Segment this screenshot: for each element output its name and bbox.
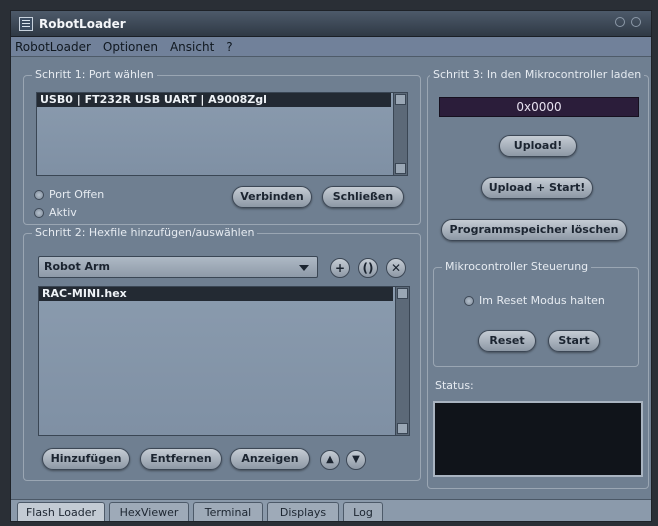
show-button[interactable]: Anzeigen: [230, 448, 310, 470]
port-list-scrollbar[interactable]: [393, 93, 407, 175]
scroll-up-icon[interactable]: [395, 94, 406, 105]
move-down-icon[interactable]: ▼: [346, 450, 366, 470]
title-bar: RobotLoader: [11, 11, 651, 37]
remove-icon[interactable]: ✕: [386, 258, 406, 278]
close-icon[interactable]: [631, 17, 641, 27]
scroll-up-icon[interactable]: [397, 288, 408, 299]
step1-title: Schritt 1: Port wählen: [32, 68, 157, 81]
upload-start-button[interactable]: Upload + Start!: [481, 177, 593, 199]
step2-panel: Schritt 2: Hexfile hinzufügen/auswählen …: [23, 226, 421, 481]
menu-bar: RobotLoader Optionen Ansicht ?: [11, 37, 651, 57]
menu-robotloader[interactable]: RobotLoader: [15, 40, 91, 54]
hexfile-list-scrollbar[interactable]: [395, 287, 409, 435]
active-radio[interactable]: Aktiv: [34, 206, 77, 219]
scroll-down-icon[interactable]: [395, 163, 406, 174]
scroll-down-icon[interactable]: [397, 423, 408, 434]
minimize-icon[interactable]: [615, 17, 625, 27]
window-controls: [615, 17, 641, 27]
radio-icon: [464, 295, 474, 306]
window-title: RobotLoader: [39, 16, 126, 31]
disconnect-button[interactable]: Schließen: [322, 186, 404, 208]
hexfile-dropdown[interactable]: Robot Arm: [38, 256, 318, 278]
status-display: [433, 401, 643, 477]
step2-title: Schritt 2: Hexfile hinzufügen/auswählen: [32, 226, 258, 239]
menu-help[interactable]: ?: [226, 40, 232, 54]
erase-memory-button[interactable]: Programmspeicher löschen: [441, 219, 627, 241]
app-icon: [19, 16, 33, 31]
port-list-item[interactable]: USB0 | FT232R USB UART | A9008Zgl: [37, 93, 391, 107]
radio-icon: [34, 207, 44, 218]
tab-displays[interactable]: Displays: [267, 502, 339, 521]
dropdown-value: Robot Arm: [44, 260, 110, 273]
reset-mode-label: Im Reset Modus halten: [479, 294, 605, 307]
port-open-label: Port Offen: [49, 188, 105, 201]
robotloader-window: RobotLoader RobotLoader Optionen Ansicht…: [10, 10, 652, 522]
upload-button[interactable]: Upload!: [499, 135, 577, 157]
mcu-panel: Mikrocontroller Steuerung Im Reset Modus…: [433, 260, 639, 367]
port-open-radio[interactable]: Port Offen: [34, 188, 104, 201]
reset-button[interactable]: Reset: [478, 330, 536, 352]
hexfile-list[interactable]: RAC-MINI.hex: [38, 286, 410, 436]
chevron-down-icon: [299, 265, 309, 271]
tab-log[interactable]: Log: [343, 502, 383, 521]
status-label: Status:: [435, 379, 474, 392]
radio-icon: [34, 189, 44, 200]
menu-ansicht[interactable]: Ansicht: [170, 40, 214, 54]
folder-open-icon[interactable]: (): [358, 258, 378, 278]
hexfile-list-item[interactable]: RAC-MINI.hex: [39, 287, 393, 301]
connect-button[interactable]: Verbinden: [232, 186, 312, 208]
address-display: 0x0000: [439, 97, 639, 117]
tab-hexviewer[interactable]: HexViewer: [109, 502, 189, 521]
active-label: Aktiv: [49, 206, 77, 219]
port-list[interactable]: USB0 | FT232R USB UART | A9008Zgl: [36, 92, 408, 176]
mcu-title: Mikrocontroller Steuerung: [442, 260, 592, 273]
step1-panel: Schritt 1: Port wählen USB0 | FT232R USB…: [23, 68, 421, 225]
move-up-icon[interactable]: ▲: [320, 450, 340, 470]
tab-terminal[interactable]: Terminal: [193, 502, 263, 521]
menu-optionen[interactable]: Optionen: [103, 40, 158, 54]
add-button[interactable]: Hinzufügen: [42, 448, 130, 470]
start-button[interactable]: Start: [548, 330, 600, 352]
remove-button[interactable]: Entfernen: [140, 448, 222, 470]
tab-flash-loader[interactable]: Flash Loader: [17, 502, 105, 521]
tab-bar: Flash Loader HexViewer Terminal Displays…: [11, 499, 651, 521]
add-icon[interactable]: +: [330, 258, 350, 278]
step3-title: Schritt 3: In den Mikrocontroller laden: [430, 68, 645, 81]
reset-mode-radio[interactable]: Im Reset Modus halten: [464, 294, 605, 307]
